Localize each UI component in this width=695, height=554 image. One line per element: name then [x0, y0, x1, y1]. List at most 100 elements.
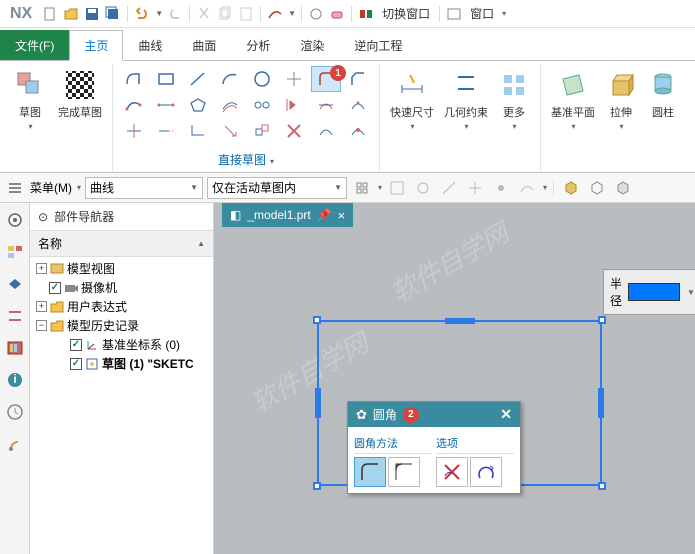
- tree-user-expr[interactable]: + 用户表达式: [30, 297, 213, 316]
- scale-curve-icon[interactable]: [247, 118, 277, 144]
- ob-icon-5[interactable]: [464, 177, 486, 199]
- pin-icon[interactable]: 📌: [317, 208, 332, 222]
- handle-e[interactable]: [598, 388, 604, 418]
- menu-label[interactable]: 菜单(M): [30, 179, 72, 196]
- tree-model-history[interactable]: − 模型历史记录: [30, 316, 213, 335]
- ob-shade-icon[interactable]: [560, 177, 582, 199]
- copy-icon[interactable]: [216, 5, 234, 23]
- tree-camera[interactable]: ✓ 摄像机: [30, 278, 213, 297]
- undo-dropdown[interactable]: ▼: [155, 9, 163, 18]
- open-file-icon[interactable]: [62, 5, 80, 23]
- close-tab-icon[interactable]: ×: [338, 208, 346, 223]
- curve-tool-icon[interactable]: [266, 5, 284, 23]
- switch-window-icon[interactable]: [357, 5, 375, 23]
- graphics-canvas[interactable]: ◧ _model1.prt 📌 × 软件自学网 软件自学网 半径 ▼ ✿ 圆角: [214, 203, 695, 554]
- undo-icon[interactable]: [133, 5, 151, 23]
- new-file-icon[interactable]: [41, 5, 59, 23]
- menu-reverse[interactable]: 逆向工程: [339, 30, 417, 60]
- handle-nw[interactable]: [313, 316, 321, 324]
- cut-icon[interactable]: [195, 5, 213, 23]
- move-curve-icon[interactable]: [215, 118, 245, 144]
- ob-icon-6[interactable]: [490, 177, 512, 199]
- ob-icon-1[interactable]: [351, 177, 373, 199]
- extrude-button[interactable]: 拉伸▾: [601, 66, 641, 134]
- tree-model-view[interactable]: + 模型视图: [30, 259, 213, 278]
- filter-select[interactable]: 曲线▼: [85, 177, 203, 199]
- menu-analysis[interactable]: 分析: [231, 30, 285, 60]
- hd3d-icon[interactable]: i: [4, 369, 26, 391]
- ob-icon-2[interactable]: [386, 177, 408, 199]
- line-icon[interactable]: [183, 66, 213, 92]
- handle-n[interactable]: [445, 318, 475, 324]
- eraser-icon[interactable]: [328, 5, 346, 23]
- menu-render[interactable]: 渲染: [285, 30, 339, 60]
- cylinder-button[interactable]: 圆柱: [643, 66, 683, 134]
- gear-icon[interactable]: ✿: [356, 407, 367, 423]
- radius-input[interactable]: [628, 283, 680, 301]
- trim-icon[interactable]: [119, 118, 149, 144]
- handle-sw[interactable]: [313, 482, 321, 490]
- intersect-icon[interactable]: [311, 92, 341, 118]
- document-tab[interactable]: ◧ _model1.prt 📌 ×: [222, 203, 353, 227]
- option-delete[interactable]: [436, 457, 468, 487]
- constraint-nav-icon[interactable]: [4, 305, 26, 327]
- collapse-icon[interactable]: −: [36, 320, 47, 331]
- ob-icon-3[interactable]: [412, 177, 434, 199]
- radius-dropdown[interactable]: ▼: [687, 288, 695, 297]
- edit-curve-icon[interactable]: [343, 118, 373, 144]
- window-dropdown[interactable]: ▾: [502, 9, 506, 18]
- system-icon[interactable]: [4, 433, 26, 455]
- handle-se[interactable]: [598, 482, 606, 490]
- expand-icon[interactable]: +: [36, 301, 47, 312]
- geo-constraint-button[interactable]: 几何约束▾: [440, 66, 492, 134]
- paste-icon[interactable]: [237, 5, 255, 23]
- close-icon[interactable]: ✕: [500, 406, 512, 423]
- polygon-icon[interactable]: [183, 92, 213, 118]
- save-all-icon[interactable]: [104, 5, 122, 23]
- ellipse-icon[interactable]: [151, 92, 181, 118]
- history-icon[interactable]: [4, 401, 26, 423]
- checkbox[interactable]: ✓: [70, 358, 82, 370]
- direct-sketch-label[interactable]: 直接草图 ▾: [218, 149, 274, 170]
- ob-icon-4[interactable]: [438, 177, 460, 199]
- resize-curve-icon[interactable]: [311, 118, 341, 144]
- ob-hidden-icon[interactable]: [612, 177, 634, 199]
- project-icon[interactable]: [343, 92, 373, 118]
- mirror-curve-icon[interactable]: [279, 92, 309, 118]
- profile-icon[interactable]: [119, 66, 149, 92]
- ob-wire-icon[interactable]: [586, 177, 608, 199]
- window-icon[interactable]: [445, 5, 463, 23]
- offset-curve-icon[interactable]: [215, 92, 245, 118]
- menu-file[interactable]: 文件(F): [0, 30, 69, 60]
- save-icon[interactable]: [83, 5, 101, 23]
- sketch-button[interactable]: 草图 ▾: [10, 66, 50, 134]
- arc-icon[interactable]: [215, 66, 245, 92]
- point-icon[interactable]: [279, 66, 309, 92]
- checkbox[interactable]: ✓: [49, 282, 61, 294]
- handle-w[interactable]: [315, 388, 321, 418]
- menu-dropdown-icon[interactable]: [4, 177, 26, 199]
- menu-curve[interactable]: 曲线: [123, 30, 177, 60]
- touch-icon[interactable]: [307, 5, 325, 23]
- delete-curve-icon[interactable]: [279, 118, 309, 144]
- studio-spline-icon[interactable]: [119, 92, 149, 118]
- switch-window-label[interactable]: 切换窗口: [378, 5, 434, 22]
- part-nav-icon[interactable]: [4, 241, 26, 263]
- curve-dropdown[interactable]: ▼: [288, 9, 296, 18]
- checkbox[interactable]: ✓: [70, 339, 82, 351]
- assembly-nav-icon[interactable]: [4, 273, 26, 295]
- finish-sketch-button[interactable]: 完成草图: [54, 66, 106, 134]
- corner-icon[interactable]: [183, 118, 213, 144]
- reuse-icon[interactable]: [4, 337, 26, 359]
- nav-pin-icon[interactable]: ⊙: [38, 210, 48, 224]
- rectangle-icon[interactable]: [151, 66, 181, 92]
- fillet-icon[interactable]: 1: [311, 66, 341, 92]
- handle-ne[interactable]: [598, 316, 606, 324]
- settings-icon[interactable]: [4, 209, 26, 231]
- dialog-titlebar[interactable]: ✿ 圆角 2 ✕: [348, 402, 520, 427]
- menu-home[interactable]: 主页: [69, 30, 123, 61]
- redo-icon[interactable]: [166, 5, 184, 23]
- method-notrim[interactable]: [388, 457, 420, 487]
- option-create[interactable]: [470, 457, 502, 487]
- extend-icon[interactable]: [151, 118, 181, 144]
